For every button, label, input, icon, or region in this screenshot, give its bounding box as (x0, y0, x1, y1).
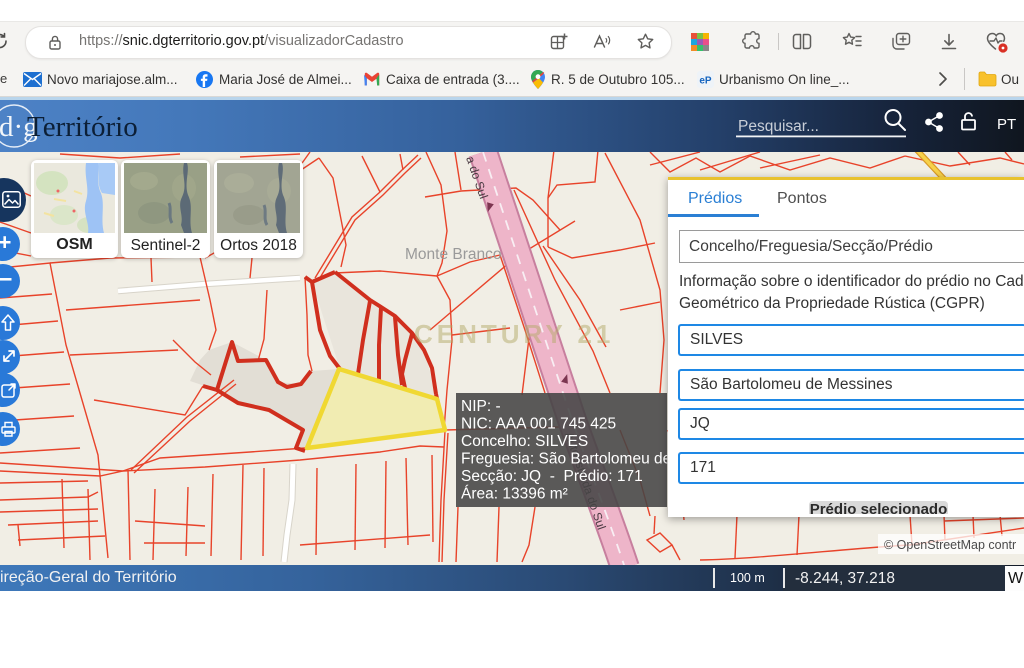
svg-text:© OpenStreetMap contr: © OpenStreetMap contr (884, 538, 1016, 552)
svg-text:Monte Branco: Monte Branco (405, 246, 502, 263)
svg-text:Freguesia: São Bartolomeu de: Freguesia: São Bartolomeu de (461, 451, 671, 468)
svg-text:eP: eP (699, 76, 712, 87)
svg-text:CENTURY 21: CENTURY 21 (414, 319, 614, 349)
svg-text:Território: Território (27, 111, 138, 143)
svg-text:NIC: AAA 001 745 425: NIC: AAA 001 745 425 (461, 416, 616, 433)
svg-text:Secção: JQ - Prédio: 171: Secção: JQ - Prédio: 171 (461, 468, 643, 485)
svg-text:Concelho: SILVES: Concelho: SILVES (461, 433, 588, 450)
svg-text:Área: 13396 m²: Área: 13396 m² (461, 486, 568, 503)
svg-text:PT: PT (997, 116, 1016, 133)
svg-text:NIP: -: NIP: - (461, 398, 501, 415)
svg-text:Pesquisar...: Pesquisar... (738, 118, 819, 135)
